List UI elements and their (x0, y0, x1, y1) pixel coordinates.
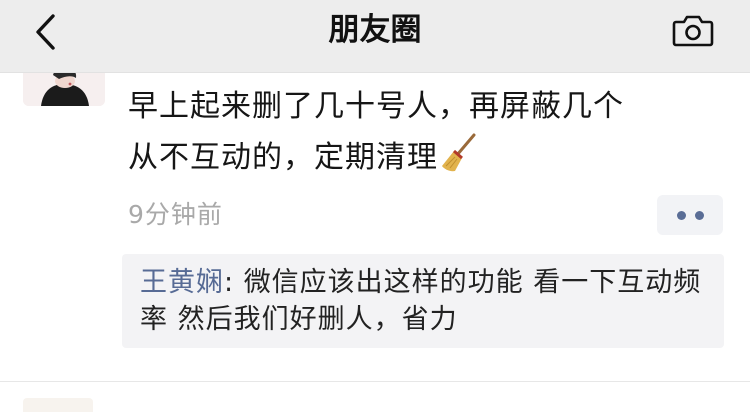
more-dot-icon (694, 210, 704, 220)
camera-icon (672, 15, 714, 47)
post-text-line-2-text: 从不互动的，定期清理 (128, 140, 438, 175)
comment-author[interactable]: 王黄娴 (140, 267, 224, 298)
page-title: 朋友圈 (328, 12, 422, 48)
post-divider (0, 381, 750, 382)
broom-icon (440, 133, 478, 189)
camera-button[interactable] (666, 6, 720, 54)
moments-page: 朋友圈 早上起来删了几十号人，再屏蔽几个 从不互动的，定期清理 9分钟前 王黄娴… (0, 0, 750, 412)
post-timestamp: 9分钟前 (128, 200, 223, 229)
more-actions-button[interactable] (657, 195, 723, 235)
next-post-avatar (23, 398, 93, 412)
post-text-line-1: 早上起来删了几十号人，再屏蔽几个 (128, 89, 624, 124)
comment[interactable]: 王黄娴: 微信应该出这样的功能 看一下互动频率 然后我们好删人，省力 (140, 264, 720, 338)
post-content: 早上起来删了几十号人，再屏蔽几个 从不互动的，定期清理 (128, 81, 728, 189)
comment-separator: : (224, 267, 244, 298)
comment-area: 王黄娴: 微信应该出这样的功能 看一下互动频率 然后我们好删人，省力 (122, 254, 724, 348)
navigation-bar: 朋友圈 (0, 0, 750, 73)
more-dot-icon (676, 210, 686, 220)
post-text-line-2: 从不互动的，定期清理 (128, 132, 728, 189)
